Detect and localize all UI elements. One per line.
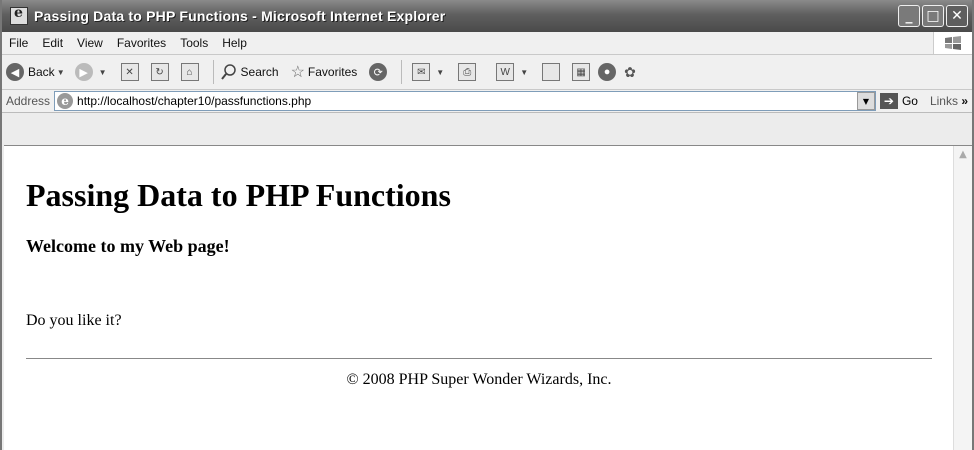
search-label: Search [240, 65, 279, 79]
welcome-subheading: Welcome to my Web page! [26, 236, 230, 256]
mail-dropdown-icon[interactable]: ▼ [436, 68, 444, 77]
msn-button[interactable]: ✿ [624, 64, 636, 81]
search-button[interactable]: Search [220, 63, 279, 81]
toolbar-separator [401, 60, 403, 84]
refresh-icon: ↻ [150, 63, 169, 81]
menu-edit[interactable]: Edit [35, 36, 70, 50]
mail-button[interactable]: ✉ ▼ [408, 63, 450, 81]
menu-view[interactable]: View [70, 36, 110, 50]
web-page: Passing Data to PHP Functions Welcome to… [4, 146, 954, 450]
links-label: Links [929, 94, 958, 108]
favorites-button[interactable]: ☆ Favorites [291, 62, 358, 82]
address-input[interactable]: e http://localhost/chapter10/passfunctio… [54, 91, 876, 111]
menu-bar: File Edit View Favorites Tools Help [2, 32, 972, 55]
menu-file[interactable]: File [2, 36, 35, 50]
copyright-footer: © 2008 PHP Super Wonder Wizards, Inc. [346, 371, 612, 388]
close-button[interactable]: ✕ [946, 5, 968, 27]
search-icon [220, 64, 236, 80]
go-arrow-icon: ➔ [879, 93, 898, 109]
vertical-scrollbar[interactable]: ▲ [953, 146, 972, 450]
address-dropdown-icon[interactable]: ▼ [856, 92, 875, 110]
print-button[interactable]: ⎙ [454, 63, 480, 81]
print-icon: ⎙ [458, 63, 477, 81]
stop-button[interactable]: ✕ [117, 63, 143, 81]
scroll-up-icon[interactable]: ▲ [955, 147, 971, 163]
window-title: Passing Data to PHP Functions - Microsof… [34, 8, 446, 24]
home-icon: ⌂ [180, 63, 199, 81]
address-url[interactable]: http://localhost/chapter10/passfunctions… [77, 94, 857, 108]
edit-button[interactable]: W ▼ [492, 63, 534, 81]
refresh-button[interactable]: ↻ [147, 63, 173, 81]
back-arrow-icon: ◀ [6, 63, 24, 81]
page-heading: Passing Data to PHP Functions [26, 177, 451, 213]
messenger-button[interactable]: ● [598, 63, 620, 81]
maximize-button[interactable]: □ [922, 5, 944, 27]
discuss-icon [542, 63, 561, 81]
forward-dropdown-icon[interactable]: ▼ [99, 68, 107, 77]
go-label: Go [901, 94, 918, 108]
forward-button[interactable]: ▶ ▼ [74, 63, 113, 81]
back-button[interactable]: ◀ Back ▼ [6, 63, 71, 81]
home-button[interactable]: ⌂ [177, 63, 203, 81]
mail-icon: ✉ [412, 63, 431, 81]
msn-icon: ✿ [624, 63, 636, 80]
research-icon: ▦ [572, 63, 591, 81]
research-button[interactable]: ▦ [568, 63, 594, 81]
address-bar: Address e http://localhost/chapter10/pas… [2, 90, 972, 113]
page-viewport: Passing Data to PHP Functions Welcome to… [4, 145, 972, 450]
stop-icon: ✕ [120, 63, 139, 81]
footer-divider [26, 358, 932, 359]
word-edit-icon: W [496, 63, 515, 81]
favorites-label: Favorites [307, 65, 358, 79]
page-icon: e [57, 93, 74, 109]
menu-favorites[interactable]: Favorites [110, 36, 173, 50]
favorites-star-icon: ☆ [290, 64, 305, 81]
messenger-icon: ● [598, 63, 617, 81]
address-label: Address [6, 94, 51, 108]
go-button[interactable]: ➔ Go [879, 93, 918, 109]
discuss-button[interactable] [538, 63, 564, 81]
links-button[interactable]: Links » [930, 94, 968, 108]
forward-arrow-icon: ▶ [74, 63, 93, 81]
ie-app-icon [10, 5, 28, 25]
menu-tools[interactable]: Tools [173, 36, 215, 50]
edit-dropdown-icon[interactable]: ▼ [520, 68, 528, 77]
minimize-button[interactable]: _ [898, 5, 920, 27]
menu-help[interactable]: Help [215, 36, 254, 50]
window-controls: _ □ ✕ [898, 5, 968, 27]
back-label: Back [28, 65, 55, 79]
standard-toolbar: ◀ Back ▼ ▶ ▼ ✕ ↻ ⌂ Search ☆ Favorites ⟳ … [2, 55, 972, 90]
browser-window: Passing Data to PHP Functions - Microsof… [0, 0, 974, 450]
question-text: Do you like it? [26, 312, 122, 329]
history-icon: ⟳ [369, 63, 388, 81]
history-button[interactable]: ⟳ [369, 63, 391, 81]
title-bar: Passing Data to PHP Functions - Microsof… [2, 0, 972, 32]
links-chevron-icon: » [961, 94, 968, 108]
toolbar-separator [212, 60, 214, 84]
back-dropdown-icon[interactable]: ▼ [57, 68, 65, 77]
windows-logo-icon [933, 32, 972, 54]
